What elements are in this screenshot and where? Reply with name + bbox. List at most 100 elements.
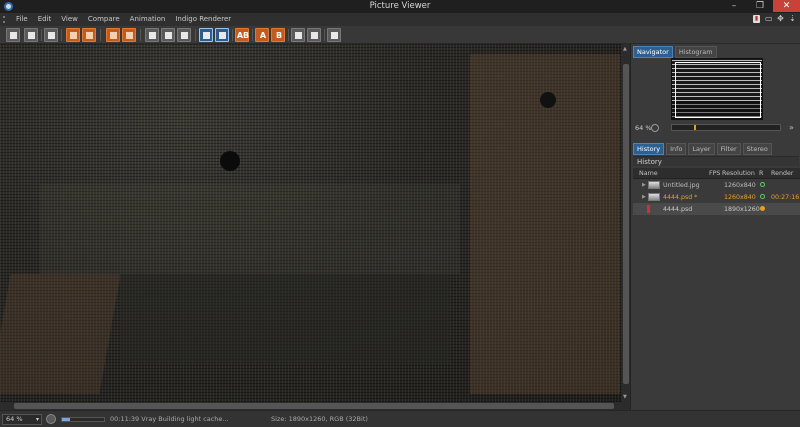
- maximize-button[interactable]: ❐: [748, 0, 772, 12]
- render-clear-icon[interactable]: [82, 28, 96, 42]
- column-fps[interactable]: FPS: [709, 170, 720, 177]
- rendered-image-detail: [540, 92, 556, 108]
- horizontal-scroll-thumb[interactable]: [14, 403, 614, 409]
- tab-histogram[interactable]: Histogram: [674, 46, 717, 58]
- history-empty-area: [633, 259, 800, 410]
- image-thumbnail: [648, 181, 660, 189]
- stop-render-icon[interactable]: [106, 28, 120, 42]
- menu-grip-icon: [3, 16, 9, 23]
- render-progress-bar: [61, 417, 105, 422]
- tab-info[interactable]: Info: [666, 143, 687, 155]
- text-b-icon[interactable]: B: [271, 28, 285, 42]
- expand-arrow-icon[interactable]: ▶: [642, 182, 646, 188]
- history-row[interactable]: 4444.psd 1890x1260: [633, 203, 800, 215]
- navigator-view-frame[interactable]: [675, 62, 761, 118]
- minimize-button[interactable]: –: [722, 0, 746, 12]
- close-button[interactable]: ✕: [773, 0, 800, 12]
- scroll-up-icon[interactable]: ▲: [623, 46, 627, 52]
- zoom-select[interactable]: 64 % ▾: [2, 414, 42, 425]
- move-icon[interactable]: ✥: [777, 15, 784, 23]
- history-row[interactable]: ▶ 4444.psd * 1260x840 00:27:16: [633, 191, 800, 203]
- scroll-down-icon[interactable]: ▼: [623, 394, 627, 400]
- tab-navigator[interactable]: Navigator: [633, 46, 673, 58]
- status-bar: 64 % ▾ 00:11:39 Vray Building light cach…: [0, 410, 800, 427]
- navigator-tabs: Navigator Histogram: [633, 46, 717, 58]
- tab-history[interactable]: History: [633, 143, 665, 155]
- history-table: Name FPS Resolution R Render ▶ Untitled.…: [633, 168, 800, 215]
- render-region-icon[interactable]: [66, 28, 80, 42]
- flip-b-icon[interactable]: [307, 28, 321, 42]
- menu-file[interactable]: File: [16, 15, 28, 23]
- column-name[interactable]: Name: [639, 170, 658, 177]
- toolbar-separator: [100, 29, 101, 41]
- vertical-scrollbar[interactable]: ▲ ▼: [622, 44, 630, 402]
- horizontal-scrollbar[interactable]: [0, 402, 630, 410]
- tab-layer[interactable]: Layer: [688, 143, 715, 155]
- compare-b-icon[interactable]: [215, 28, 229, 42]
- image-thumbnail: [648, 193, 660, 201]
- column-resolution[interactable]: Resolution: [722, 170, 755, 177]
- toolbar-separator: [61, 29, 62, 41]
- zoom-icon[interactable]: [177, 28, 191, 42]
- render-status-icon: [760, 194, 765, 199]
- menu-edit[interactable]: Edit: [38, 15, 52, 23]
- history-section-title: History: [633, 156, 799, 166]
- menu-animation[interactable]: Animation: [130, 15, 166, 23]
- tab-stereo[interactable]: Stereo: [742, 143, 772, 155]
- chevron-down-icon: ▾: [35, 416, 39, 423]
- expand-arrow-icon[interactable]: ▶: [642, 194, 646, 200]
- vertical-scroll-thumb[interactable]: [623, 64, 629, 384]
- column-render[interactable]: Render: [771, 170, 793, 177]
- expand-icon[interactable]: »: [789, 123, 794, 132]
- compare-a-icon[interactable]: [199, 28, 213, 42]
- render-status-icon: [760, 206, 765, 211]
- history-item-resolution: 1260x840: [724, 194, 756, 201]
- rendering-marker-icon: [647, 205, 650, 213]
- history-item-render: 00:27:16: [771, 194, 800, 201]
- menu-view[interactable]: View: [61, 15, 78, 23]
- pin-icon[interactable]: ⇣: [789, 15, 796, 23]
- image-viewport[interactable]: [0, 44, 622, 402]
- navigator-preview[interactable]: [671, 58, 763, 120]
- tab-filter[interactable]: Filter: [716, 143, 741, 155]
- layout-icon[interactable]: ▭: [765, 15, 773, 23]
- zoom-value: 64 %: [6, 415, 23, 423]
- toolbar-separator: [232, 29, 233, 41]
- play-icon[interactable]: [46, 414, 56, 424]
- column-r[interactable]: R: [759, 170, 763, 177]
- save-sequence-icon[interactable]: [44, 28, 58, 42]
- menu-compare[interactable]: Compare: [88, 15, 120, 23]
- ab-swap-label: AB: [236, 31, 250, 40]
- menu-indigo-renderer[interactable]: Indigo Renderer: [175, 15, 231, 23]
- history-header-row: Name FPS Resolution R Render: [633, 168, 800, 179]
- render-icon[interactable]: ▮: [753, 15, 760, 23]
- toolbar-separator: [41, 29, 42, 41]
- zoom-reset-icon[interactable]: [651, 124, 659, 132]
- history-item-name: Untitled.jpg: [663, 182, 700, 189]
- rendered-image-region: [40, 184, 460, 274]
- rendered-image-detail: [220, 151, 240, 171]
- history-row[interactable]: ▶ Untitled.jpg 1260x840: [633, 179, 800, 191]
- menu-bar: File Edit View Compare Animation Indigo …: [0, 13, 800, 26]
- image-size-info: Size: 1890x1260, RGB (32Bit): [271, 415, 368, 423]
- fit-view-icon[interactable]: [145, 28, 159, 42]
- zoom-slider-handle[interactable]: [694, 125, 696, 130]
- history-item-resolution: 1260x840: [724, 182, 756, 189]
- toolbar-separator: [288, 29, 289, 41]
- full-view-icon[interactable]: [161, 28, 175, 42]
- navigator-zoom-slider[interactable]: [671, 124, 781, 131]
- save-icon[interactable]: [24, 28, 38, 42]
- rendered-image-region: [0, 274, 121, 394]
- window-title: Picture Viewer: [369, 1, 431, 11]
- render-status-icon: [760, 182, 765, 187]
- open-icon[interactable]: [6, 28, 20, 42]
- ab-swap-icon[interactable]: AB: [235, 28, 249, 42]
- channel-icon[interactable]: [122, 28, 136, 42]
- text-a-icon[interactable]: A: [255, 28, 269, 42]
- history-item-name: 4444.psd: [663, 206, 693, 213]
- split-a-icon[interactable]: [327, 28, 341, 42]
- flip-a-icon[interactable]: [291, 28, 305, 42]
- history-tabs: History Info Layer Filter Stereo: [633, 143, 772, 155]
- toolbar-separator: [140, 29, 141, 41]
- render-progress-fill: [62, 418, 71, 421]
